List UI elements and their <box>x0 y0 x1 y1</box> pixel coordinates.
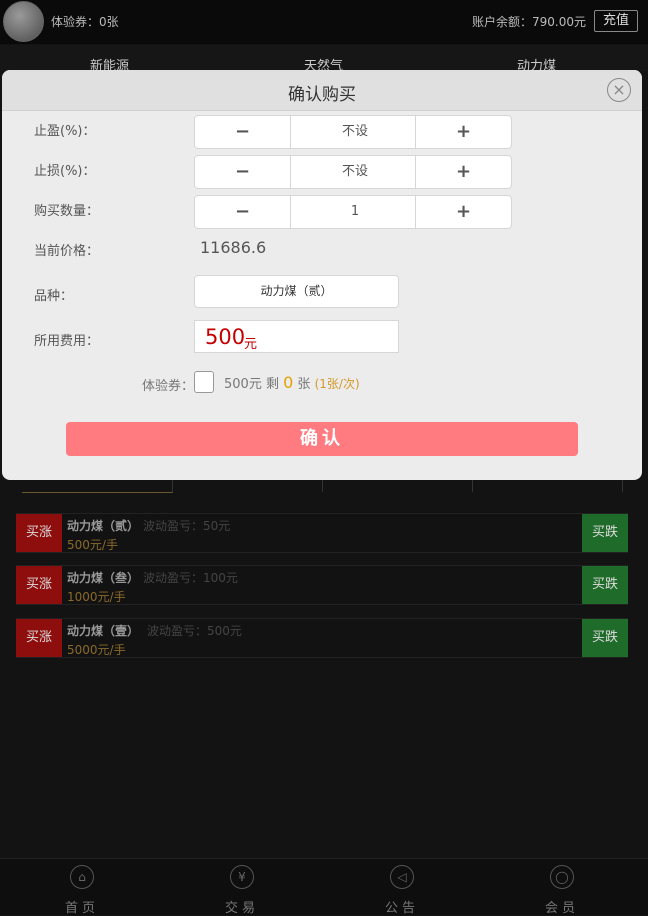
quantity-plus-button[interactable]: + <box>415 196 511 228</box>
stop-loss-minus-button[interactable]: − <box>195 156 291 188</box>
coupon-count: 体验券：0张 <box>51 15 119 29</box>
quantity-stepper: − 1 + <box>194 195 512 229</box>
product-name: 动力煤（叁） <box>67 571 140 585</box>
dialog-header: 确认购买 × <box>2 70 642 111</box>
buy-down-button[interactable]: 买跌 <box>582 619 628 657</box>
nav-home[interactable]: ⌂ 首页 <box>52 859 112 916</box>
product-price: 500元/手 <box>67 538 118 552</box>
stop-loss-value: 不设 <box>341 164 368 179</box>
yuan-icon: ¥ <box>230 865 254 889</box>
coupon-rule: (1张/次) <box>314 377 360 391</box>
speaker-icon: ◁ <box>390 865 414 889</box>
nav-label: 交易 <box>224 901 259 916</box>
nav-member[interactable]: ◯ 会员 <box>532 859 592 916</box>
coupon-amount: 500元 剩 <box>224 377 279 392</box>
home-icon: ⌂ <box>70 865 94 889</box>
product-row: 买涨 动力煤（贰） 波动盈亏：50元 500元/手 买跌 <box>16 513 628 553</box>
coupon-remaining: 0 <box>283 373 294 392</box>
product-wave: 波动盈亏：50元 <box>143 519 231 533</box>
segment-tab[interactable] <box>172 478 323 492</box>
take-profit-plus-button[interactable]: + <box>415 116 511 148</box>
stop-loss-stepper: − 不设 + <box>194 155 512 189</box>
fee-unit: 元 <box>244 337 258 352</box>
nav-notice[interactable]: ◁ 公告 <box>372 859 432 916</box>
variety-label: 品种： <box>34 289 74 304</box>
current-price: 11686.6 <box>200 238 267 257</box>
product-name: 动力煤（贰） <box>67 519 140 533</box>
variety-field[interactable]: 动力煤（贰） <box>194 275 399 308</box>
bottom-nav: ⌂ 首页 ¥ 交易 ◁ 公告 ◯ 会员 <box>0 858 648 916</box>
buy-up-button[interactable]: 买涨 <box>16 514 62 552</box>
nav-trade[interactable]: ¥ 交易 <box>212 859 272 916</box>
account-balance: 账户余额：790.00元 <box>472 15 586 29</box>
confirm-purchase-dialog: 确认购买 × 止盈(%)： − 不设 + 止损(%)： − 不设 + 购买数量：… <box>2 70 642 480</box>
nav-label: 会员 <box>544 901 579 916</box>
buy-down-button[interactable]: 买跌 <box>582 566 628 604</box>
product-wave: 波动盈亏：100元 <box>143 571 238 585</box>
product-wave: 波动盈亏：500元 <box>147 624 242 638</box>
avatar[interactable] <box>3 1 44 42</box>
coupon-checkbox[interactable] <box>194 371 214 393</box>
segment-tab[interactable] <box>22 478 173 493</box>
close-icon[interactable]: × <box>607 78 631 102</box>
product-price: 5000元/手 <box>67 643 126 657</box>
take-profit-minus-button[interactable]: − <box>195 116 291 148</box>
stop-loss-plus-button[interactable]: + <box>415 156 511 188</box>
segment-tabs <box>0 478 648 493</box>
nav-label: 首页 <box>64 901 99 916</box>
fee-field: 500 元 <box>194 320 399 353</box>
segment-tab[interactable] <box>472 478 623 492</box>
product-row: 买涨 动力煤（叁） 波动盈亏：100元 1000元/手 买跌 <box>16 565 628 605</box>
product-row: 买涨 动力煤（壹） 波动盈亏：500元 5000元/手 买跌 <box>16 618 628 658</box>
buy-up-button[interactable]: 买涨 <box>16 619 62 657</box>
quantity-minus-button[interactable]: − <box>195 196 291 228</box>
recharge-button[interactable]: 充值 <box>594 10 638 32</box>
nav-label: 公告 <box>384 901 419 916</box>
top-bar: 体验券：0张 账户余额：790.00元 充值 <box>0 0 648 44</box>
coupon-info: 500元 剩 0 张 (1张/次) <box>224 373 360 392</box>
take-profit-label: 止盈(%)： <box>34 124 96 139</box>
take-profit-value: 不设 <box>341 124 368 139</box>
confirm-button[interactable]: 确认 <box>66 422 578 456</box>
coupon-unit: 张 <box>297 377 311 392</box>
product-name: 动力煤（壹） <box>67 624 140 638</box>
user-icon: ◯ <box>550 865 574 889</box>
buy-down-button[interactable]: 买跌 <box>582 514 628 552</box>
stop-loss-label: 止损(%)： <box>34 164 96 179</box>
segment-tab[interactable] <box>322 478 473 492</box>
buy-up-button[interactable]: 买涨 <box>16 566 62 604</box>
quantity-value[interactable]: 1 <box>291 196 419 228</box>
product-price: 1000元/手 <box>67 590 126 604</box>
coupon-label: 体验券： <box>142 379 195 394</box>
category-tabs: 新能源 天然气 动力煤 <box>0 45 648 74</box>
price-label: 当前价格： <box>34 244 100 259</box>
fee-amount: 500 <box>205 325 246 349</box>
dialog-title: 确认购买 <box>288 85 356 105</box>
fee-label: 所用费用： <box>34 334 100 349</box>
quantity-label: 购买数量： <box>34 204 100 219</box>
take-profit-stepper: − 不设 + <box>194 115 512 149</box>
